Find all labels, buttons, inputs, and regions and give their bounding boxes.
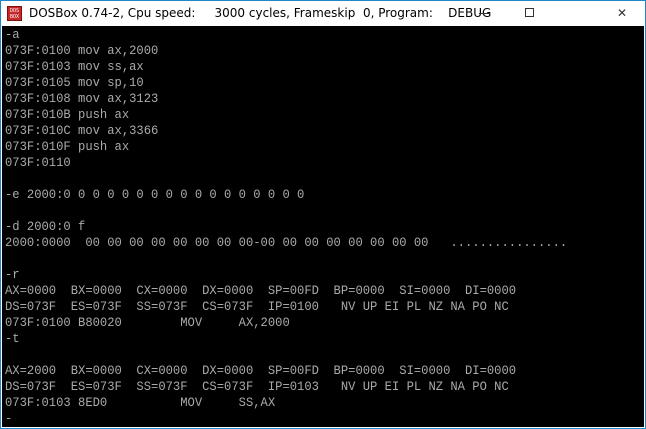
dosbox-window: DOS BOX DOSBox 0.74-2, Cpu speed: 3000 c… <box>0 0 646 429</box>
terminal-line: 073F:0110 <box>5 155 71 170</box>
terminal-line: 073F:010B push ax <box>5 107 130 122</box>
window-title: DOSBox 0.74-2, Cpu speed: 3000 cycles, F… <box>29 6 492 20</box>
terminal-line: -d 2000:0 f <box>5 219 86 234</box>
minimize-icon <box>479 13 489 14</box>
title-bar[interactable]: DOS BOX DOSBox 0.74-2, Cpu speed: 3000 c… <box>1 1 645 26</box>
terminal-line: DS=073F ES=073F SS=073F CS=073F IP=0103 … <box>5 379 509 394</box>
terminal-line: 073F:010C mov ax,3366 <box>5 123 159 138</box>
terminal-output: -a 073F:0100 mov ax,2000 073F:0103 mov ss,… <box>5 27 619 427</box>
terminal-line: AX=0000 BX=0000 CX=0000 DX=0000 SP=00FD … <box>5 283 517 298</box>
terminal-line: -r <box>5 267 20 282</box>
terminal-line: 073F:0108 mov ax,3123 <box>5 91 159 106</box>
close-icon: ✕ <box>616 6 628 20</box>
terminal-line: 073F:0100 B80020 MOV AX,2000 <box>5 315 290 330</box>
terminal-line: 073F:0105 mov sp,10 <box>5 75 144 90</box>
dos-terminal[interactable]: -a 073F:0100 mov ax,2000 073F:0103 mov ss,… <box>2 26 644 427</box>
terminal-line: 073F:0100 mov ax,2000 <box>5 43 159 58</box>
dosbox-app-icon[interactable]: DOS BOX <box>7 6 22 21</box>
terminal-line: -e 2000:0 0 0 0 0 0 0 0 0 0 0 0 0 0 0 0 … <box>5 187 305 202</box>
minimize-button[interactable] <box>461 1 507 26</box>
terminal-line: -t <box>5 331 20 346</box>
terminal-line: AX=2000 BX=0000 CX=0000 DX=0000 SP=00FD … <box>5 363 517 378</box>
terminal-line: -a <box>5 27 20 42</box>
terminal-line: 073F:010F push ax <box>5 139 130 154</box>
close-button[interactable]: ✕ <box>599 1 645 26</box>
terminal-line: 073F:0103 8ED0 MOV SS,AX <box>5 395 276 410</box>
terminal-line: DS=073F ES=073F SS=073F CS=073F IP=0100 … <box>5 299 509 314</box>
terminal-line: - <box>5 411 13 426</box>
maximize-button[interactable] <box>507 1 553 26</box>
maximize-icon <box>525 8 534 17</box>
terminal-line: 073F:0103 mov ss,ax <box>5 59 144 74</box>
terminal-line: 2000:0000 00 00 00 00 00 00 00 00-00 00 … <box>5 235 568 250</box>
